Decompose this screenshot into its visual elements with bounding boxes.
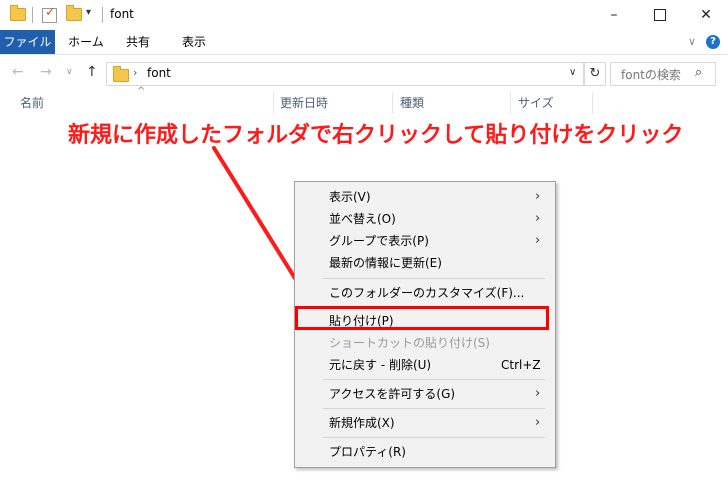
menu-item-new[interactable]: 新規作成(X) [329, 413, 395, 433]
menu-item-undo-delete[interactable]: 元に戻す - 削除(U) [329, 355, 431, 375]
submenu-chevron-icon: › [535, 415, 541, 430]
menu-separator [323, 408, 545, 409]
menu-item-paste-shortcut: ショートカットの貼り付け(S) [329, 336, 490, 350]
menu-item-give-access[interactable]: アクセスを許可する(G) [329, 384, 455, 404]
menu-separator [323, 379, 545, 380]
submenu-chevron-icon: › [535, 386, 541, 401]
submenu-chevron-icon: › [535, 211, 541, 226]
menu-separator [323, 278, 545, 279]
menu-item-group[interactable]: グループで表示(P) [329, 231, 429, 251]
menu-item-properties[interactable]: プロパティ(R) [329, 442, 406, 462]
menu-separator [323, 437, 545, 438]
undo-shortcut: Ctrl+Z [501, 358, 541, 372]
menu-item-view[interactable]: 表示(V) [329, 187, 371, 207]
menu-item-refresh[interactable]: 最新の情報に更新(E) [329, 253, 442, 273]
submenu-chevron-icon: › [535, 233, 541, 248]
submenu-chevron-icon: › [535, 189, 541, 204]
paste-highlight-box [295, 306, 549, 330]
menu-item-sort[interactable]: 並べ替え(O) [329, 209, 396, 229]
menu-item-customize[interactable]: このフォルダーのカスタマイズ(F)... [329, 283, 524, 303]
